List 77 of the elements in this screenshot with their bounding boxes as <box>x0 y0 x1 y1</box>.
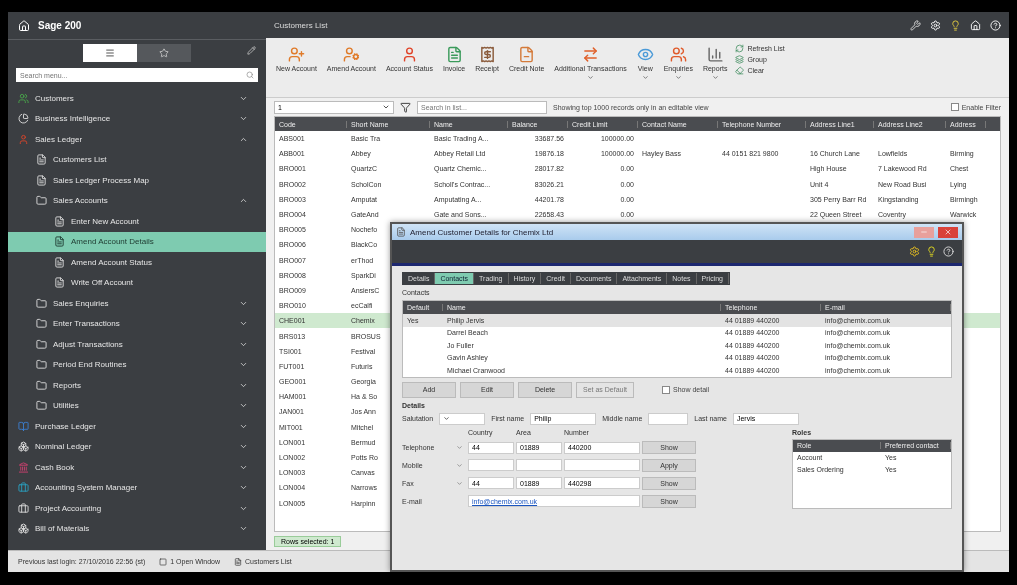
eye-icon <box>636 46 654 63</box>
document-icon <box>518 46 536 63</box>
menu-item[interactable]: Write Off Account <box>8 272 266 293</box>
caret-icon <box>641 74 649 81</box>
caret-icon <box>674 74 682 81</box>
dropdown-icon[interactable] <box>456 444 463 452</box>
text-field[interactable] <box>648 412 689 425</box>
menu-item[interactable]: Period End Routines <box>8 354 266 375</box>
menu-item[interactable]: Amend Account Details <box>8 231 266 252</box>
menu-item[interactable]: Amend Account Status <box>8 252 266 273</box>
help-icon[interactable] <box>943 246 954 257</box>
person-icon <box>342 46 360 63</box>
area-field[interactable] <box>516 459 562 472</box>
menu-item[interactable]: Customers List <box>8 149 266 170</box>
people-icon <box>669 46 687 63</box>
menu-item[interactable]: Utilities <box>8 395 266 416</box>
folder-icon <box>36 195 47 207</box>
menu-item[interactable]: Accounting System Manager <box>8 477 266 498</box>
lightbulb-icon[interactable] <box>926 246 937 257</box>
add-person-icon <box>287 46 305 63</box>
caret-icon <box>587 74 594 81</box>
folder-icon <box>36 400 47 412</box>
edit-icon[interactable] <box>247 46 256 55</box>
bar-chart-icon <box>706 46 724 63</box>
window-icon <box>396 227 406 237</box>
home-icon[interactable] <box>970 19 981 31</box>
dialog-title: Amend Customer Details for Chemix Ltd <box>410 227 555 237</box>
number-field[interactable] <box>564 459 640 472</box>
menu-item[interactable]: Nominal Ledger <box>8 436 266 457</box>
menu-item[interactable]: Adjust Transactions <box>8 334 266 355</box>
favourites-tab[interactable] <box>137 44 191 62</box>
minimize-icon <box>920 228 928 236</box>
menu-item[interactable]: Sales Ledger <box>8 129 266 150</box>
search-icon <box>246 71 254 79</box>
menu-item[interactable]: Reports <box>8 375 266 396</box>
folder-icon <box>36 379 47 391</box>
folder-icon <box>36 359 47 371</box>
menu-item[interactable]: Sales Accounts <box>8 190 266 211</box>
menu-item[interactable]: Business Intelligence <box>8 108 266 129</box>
dropdown-icon[interactable] <box>456 479 463 487</box>
folder-icon <box>36 297 47 309</box>
window-icon <box>159 557 168 566</box>
settings-icon[interactable] <box>909 246 920 257</box>
menu-item[interactable]: Sales Ledger Process Map <box>8 170 266 191</box>
menu-item[interactable]: Purchase Ledger <box>8 416 266 437</box>
filter-icon[interactable] <box>400 101 411 113</box>
receipt-icon <box>478 46 496 63</box>
folder-icon <box>36 338 47 350</box>
home-icon[interactable] <box>18 19 30 32</box>
menu-item[interactable]: Cash Book <box>8 457 266 478</box>
menu-item[interactable]: Enter Transactions <box>8 313 266 334</box>
lightbulb-icon[interactable] <box>950 19 961 31</box>
menu-item[interactable]: Project Accounting <box>8 498 266 519</box>
menu-tab[interactable] <box>83 44 137 62</box>
star-icon <box>159 48 169 58</box>
close-button[interactable] <box>938 226 958 238</box>
wrench-icon[interactable] <box>910 19 921 31</box>
menu-item[interactable]: Customers <box>8 88 266 109</box>
menu-icon <box>105 48 115 58</box>
caret-icon <box>382 103 390 111</box>
arrows-icon <box>582 46 599 63</box>
menu-item[interactable]: Enter New Account <box>8 211 266 232</box>
caret-icon <box>711 74 719 81</box>
country-field[interactable] <box>468 459 514 472</box>
menu-item[interactable]: Bill of Materials <box>8 518 266 539</box>
close-icon <box>944 228 952 236</box>
eraser-icon <box>735 66 745 75</box>
menu-item[interactable]: Sales Enquiries <box>8 293 266 314</box>
refresh-icon <box>735 44 745 53</box>
caret-icon <box>443 415 451 422</box>
document-icon <box>445 46 463 63</box>
folder-icon <box>36 318 47 330</box>
app-title: Sage 200 <box>38 20 83 31</box>
layers-icon <box>735 55 745 64</box>
dropdown-icon[interactable] <box>456 462 463 469</box>
document-icon <box>234 557 243 566</box>
page-title: Customers List <box>274 20 329 30</box>
